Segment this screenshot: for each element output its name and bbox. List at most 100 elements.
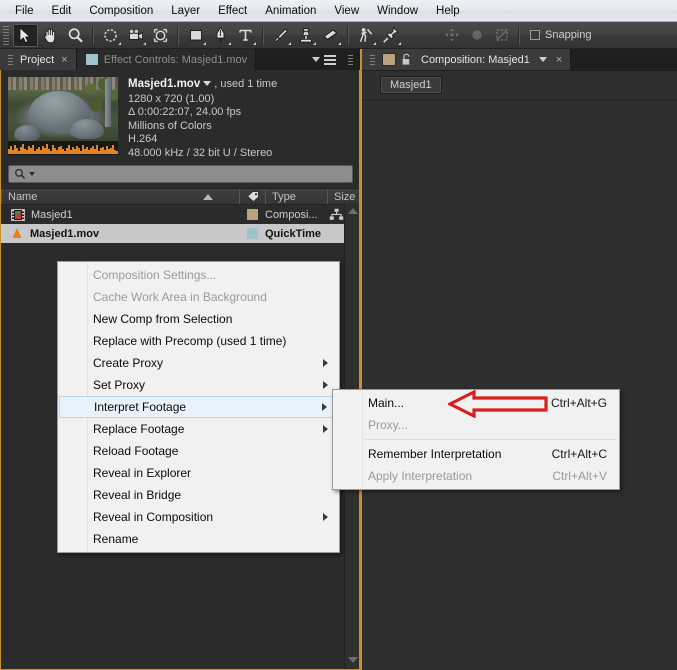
footage-color-depth: Millions of Colors [128, 119, 212, 132]
tab-composition-label: Composition: Masjed1 [421, 53, 530, 66]
menu-item-reveal-in-composition[interactable]: Reveal in Composition [58, 506, 339, 528]
table-row[interactable]: Masjed1 Composi... [1, 205, 359, 224]
column-header-type-label: Type [272, 190, 296, 203]
menu-item-reveal-in-bridge[interactable]: Reveal in Bridge [58, 484, 339, 506]
tab-composition[interactable]: Composition: Masjed1 × [362, 49, 572, 70]
submenu-arrow-icon [323, 513, 328, 521]
submenu-item-apply-interpretation: Apply Interpretation Ctrl+Alt+V [333, 465, 619, 487]
row-label-swatch[interactable] [239, 209, 265, 220]
submenu-item-main[interactable]: Main... Ctrl+Alt+G [333, 392, 619, 414]
scroll-up-icon[interactable] [348, 208, 358, 214]
toolbar-grip[interactable] [2, 24, 10, 46]
pan-behind-tool[interactable] [148, 24, 173, 47]
menu-item-label: Reveal in Explorer [93, 466, 192, 480]
menu-item-replace-footage[interactable]: Replace Footage [58, 418, 339, 440]
world-axis-mode-icon[interactable] [464, 24, 489, 47]
tool-expand-corner [288, 41, 291, 45]
column-header-label[interactable] [239, 189, 265, 204]
text-tool[interactable] [233, 24, 258, 47]
column-header-name[interactable]: Name [1, 189, 239, 204]
chevron-down-icon[interactable] [538, 57, 547, 62]
snapping-control[interactable]: Snapping [530, 29, 592, 41]
menu-edit[interactable]: Edit [43, 2, 81, 20]
menu-item-label: Apply Interpretation [368, 469, 473, 483]
tab-project[interactable]: Project × [0, 49, 77, 70]
lock-icon[interactable] [401, 53, 414, 66]
search-input[interactable] [38, 168, 347, 180]
menu-item-label: New Comp from Selection [93, 312, 233, 326]
view-axis-mode-icon[interactable] [489, 24, 514, 47]
menu-item-reveal-in-explorer[interactable]: Reveal in Explorer [58, 462, 339, 484]
menu-composition[interactable]: Composition [80, 2, 162, 20]
tool-expand-corner [313, 41, 316, 45]
menu-layer[interactable]: Layer [162, 2, 209, 20]
local-axis-mode-icon[interactable] [439, 24, 464, 47]
menu-item-label: Reload Footage [93, 444, 179, 458]
composition-tab-bar: Composition: Masjed1 × [362, 49, 677, 70]
selection-tool[interactable] [13, 23, 38, 47]
tab-effect-controls[interactable]: Effect Controls: Masjed1.mov [76, 49, 257, 70]
menu-item-label: Reveal in Bridge [93, 488, 182, 502]
zoom-tool[interactable] [63, 24, 88, 47]
eraser-tool[interactable] [318, 24, 343, 47]
roto-brush-tool[interactable] [353, 24, 378, 47]
brush-tool[interactable] [268, 24, 293, 47]
scroll-down-icon[interactable] [348, 657, 358, 663]
tool-expand-corner [143, 41, 146, 45]
submenu-item-remember-interpretation[interactable]: Remember Interpretation Ctrl+Alt+C [333, 443, 619, 465]
menu-effect[interactable]: Effect [209, 2, 256, 20]
tab-project-label: Project [20, 53, 55, 66]
menu-item-new-comp-from-selection[interactable]: New Comp from Selection [58, 308, 339, 330]
hand-tool[interactable] [38, 24, 63, 47]
menu-animation[interactable]: Animation [256, 2, 325, 20]
menu-item-label: Set Proxy [93, 378, 146, 392]
row-type-label: QuickTime [265, 227, 322, 240]
close-icon[interactable]: × [556, 54, 562, 66]
row-name-cell[interactable]: Masjed1 [1, 208, 239, 221]
chevron-down-icon[interactable] [203, 81, 212, 87]
close-icon[interactable]: × [61, 54, 67, 66]
menu-view[interactable]: View [325, 2, 368, 20]
table-row[interactable]: Masjed1.mov QuickTime [1, 224, 359, 243]
hierarchy-icon [329, 208, 344, 220]
search-row [1, 163, 359, 188]
row-type-label: Composi... [265, 208, 318, 221]
row-label-swatch[interactable] [239, 228, 265, 239]
context-menu: Composition Settings... Cache Work Area … [57, 261, 340, 553]
column-header-size[interactable]: Size [327, 189, 359, 204]
pen-tool[interactable] [208, 24, 233, 47]
breadcrumb[interactable]: Masjed1 [380, 76, 442, 94]
rotation-tool[interactable] [98, 24, 123, 47]
menu-item-shortcut: Ctrl+Alt+V [552, 469, 607, 483]
menu-help[interactable]: Help [427, 2, 469, 20]
puppet-pin-tool[interactable] [378, 24, 403, 47]
menu-item-replace-with-precomp[interactable]: Replace with Precomp (used 1 time) [58, 330, 339, 352]
search-box[interactable] [8, 165, 353, 183]
menu-item-interpret-footage[interactable]: Interpret Footage [59, 396, 338, 418]
menu-item-set-proxy[interactable]: Set Proxy [58, 374, 339, 396]
panel-menu-button[interactable] [306, 49, 342, 70]
menu-window[interactable]: Window [368, 2, 427, 20]
column-header-type[interactable]: Type [265, 189, 327, 204]
audio-waveform-strip [8, 141, 118, 155]
menu-item-reload-footage[interactable]: Reload Footage [58, 440, 339, 462]
camera-tool[interactable] [123, 24, 148, 47]
label-tag-icon [246, 191, 259, 203]
search-icon [15, 168, 26, 179]
toolbar-separator [518, 25, 520, 45]
composition-swatch-icon [382, 53, 396, 66]
menu-file[interactable]: File [6, 2, 43, 20]
submenu-item-proxy: Proxy... [333, 414, 619, 436]
menu-item-rename[interactable]: Rename [58, 528, 339, 550]
search-chevron-down-icon[interactable] [29, 172, 35, 176]
row-name-cell[interactable]: Masjed1.mov [1, 227, 239, 240]
snapping-checkbox[interactable] [530, 30, 540, 40]
panel-grip[interactable] [342, 49, 360, 70]
shape-tool[interactable] [183, 24, 208, 47]
menu-item-create-proxy[interactable]: Create Proxy [58, 352, 339, 374]
composition-stage[interactable]: Masjed1 [362, 70, 677, 670]
toolbar-separator [262, 25, 264, 45]
tab-grip-icon [8, 53, 14, 66]
clone-stamp-tool[interactable] [293, 24, 318, 47]
tool-expand-corner [203, 41, 206, 45]
